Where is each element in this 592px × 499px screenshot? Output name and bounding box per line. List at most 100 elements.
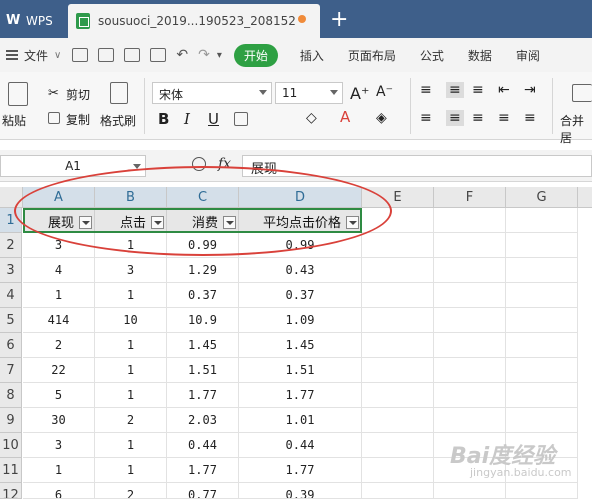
data-cell[interactable]: 3 bbox=[95, 258, 167, 283]
data-cell[interactable]: 1 bbox=[95, 433, 167, 458]
header-cell-cost[interactable]: 消费 bbox=[167, 208, 239, 233]
empty-cell[interactable] bbox=[434, 308, 506, 333]
align-bottom-icon[interactable]: ≡ bbox=[472, 82, 484, 98]
format-painter-button[interactable]: 格式刷 bbox=[100, 112, 136, 129]
data-cell[interactable]: 1.77 bbox=[239, 383, 362, 408]
bold-button[interactable]: B bbox=[158, 110, 169, 128]
row-header[interactable]: 3 bbox=[0, 258, 22, 283]
paste-icon[interactable] bbox=[8, 82, 28, 106]
data-cell[interactable]: 2.03 bbox=[167, 408, 239, 433]
empty-cell[interactable] bbox=[506, 308, 578, 333]
data-cell[interactable]: 1 bbox=[23, 283, 95, 308]
scissors-icon[interactable]: ✂ bbox=[48, 86, 59, 101]
data-cell[interactable]: 1.29 bbox=[167, 258, 239, 283]
empty-cell[interactable] bbox=[506, 483, 578, 499]
align-right-icon[interactable]: ≡ bbox=[472, 110, 484, 126]
empty-cell[interactable] bbox=[506, 408, 578, 433]
data-cell[interactable]: 1.45 bbox=[239, 333, 362, 358]
data-cell[interactable]: 2 bbox=[95, 483, 167, 499]
data-cell[interactable]: 3 bbox=[23, 433, 95, 458]
row-header[interactable]: 7 bbox=[0, 358, 22, 383]
empty-cell[interactable] bbox=[362, 383, 434, 408]
data-cell[interactable]: 5 bbox=[23, 383, 95, 408]
data-cell[interactable]: 1.01 bbox=[239, 408, 362, 433]
data-cell[interactable]: 1 bbox=[23, 458, 95, 483]
data-cell[interactable]: 0.77 bbox=[167, 483, 239, 499]
data-cell[interactable]: 0.37 bbox=[239, 283, 362, 308]
more-icon[interactable]: ▾ bbox=[217, 50, 222, 61]
row-header[interactable]: 5 bbox=[0, 308, 22, 333]
underline-button[interactable]: U bbox=[208, 110, 219, 128]
empty-cell[interactable] bbox=[506, 258, 578, 283]
data-cell[interactable]: 2 bbox=[23, 333, 95, 358]
undo-icon[interactable]: ↶ bbox=[176, 47, 188, 63]
increase-font-icon[interactable]: A⁺ bbox=[350, 84, 369, 103]
data-cell[interactable]: 1.45 bbox=[167, 333, 239, 358]
menu-file[interactable]: 文件 bbox=[18, 47, 54, 64]
filter-dropdown-icon[interactable] bbox=[346, 216, 359, 229]
data-cell[interactable]: 22 bbox=[23, 358, 95, 383]
formula-input[interactable]: 展现 bbox=[242, 155, 592, 177]
data-cell[interactable]: 10 bbox=[95, 308, 167, 333]
empty-cell[interactable] bbox=[362, 333, 434, 358]
align-top-icon[interactable]: ≡ bbox=[420, 82, 432, 98]
font-color-icon[interactable]: A bbox=[340, 108, 350, 126]
data-cell[interactable]: 6 bbox=[23, 483, 95, 499]
document-tab[interactable]: sousuoci_2019...190523_208152 bbox=[68, 4, 320, 38]
empty-cell[interactable] bbox=[434, 483, 506, 499]
data-cell[interactable]: 1 bbox=[95, 233, 167, 258]
column-header-c[interactable]: C bbox=[167, 187, 239, 208]
print-icon[interactable] bbox=[98, 48, 115, 62]
data-cell[interactable]: 414 bbox=[23, 308, 95, 333]
empty-cell[interactable] bbox=[362, 233, 434, 258]
borders-icon[interactable] bbox=[234, 112, 248, 126]
align-center-icon[interactable]: ≡ bbox=[446, 110, 464, 126]
distribute-icon[interactable]: ≡ bbox=[524, 110, 536, 126]
data-cell[interactable]: 0.99 bbox=[239, 233, 362, 258]
column-header-f[interactable]: F bbox=[434, 187, 506, 208]
new-tab-button[interactable]: + bbox=[330, 6, 348, 34]
data-cell[interactable]: 0.37 bbox=[167, 283, 239, 308]
empty-cell[interactable] bbox=[434, 283, 506, 308]
empty-cell[interactable] bbox=[434, 408, 506, 433]
italic-button[interactable]: I bbox=[184, 110, 190, 128]
empty-cell[interactable] bbox=[362, 458, 434, 483]
filter-dropdown-icon[interactable] bbox=[223, 216, 236, 229]
save-icon[interactable] bbox=[72, 48, 89, 62]
insert-function-button[interactable]: fx bbox=[218, 156, 231, 172]
empty-cell[interactable] bbox=[506, 233, 578, 258]
data-cell[interactable]: 1 bbox=[95, 333, 167, 358]
tab-insert[interactable]: 插入 bbox=[288, 47, 336, 64]
column-header-e[interactable]: E bbox=[362, 187, 434, 208]
font-size-select[interactable]: 11 bbox=[275, 82, 343, 104]
font-name-select[interactable]: 宋体 bbox=[152, 82, 272, 104]
empty-cell[interactable] bbox=[362, 308, 434, 333]
row-header[interactable]: 6 bbox=[0, 333, 22, 358]
empty-cell[interactable] bbox=[434, 358, 506, 383]
data-cell[interactable]: 1.51 bbox=[167, 358, 239, 383]
filter-dropdown-icon[interactable] bbox=[151, 216, 164, 229]
empty-cell[interactable] bbox=[362, 483, 434, 499]
header-cell-avg-cpc[interactable]: 平均点击价格 bbox=[239, 208, 362, 233]
data-cell[interactable]: 0.43 bbox=[239, 258, 362, 283]
redo-icon[interactable]: ↷ bbox=[198, 47, 210, 63]
empty-cell[interactable] bbox=[434, 233, 506, 258]
data-cell[interactable]: 1.51 bbox=[239, 358, 362, 383]
print-preview-icon[interactable] bbox=[124, 48, 141, 62]
header-cell-impressions[interactable]: 展现 bbox=[23, 208, 95, 233]
empty-cell[interactable] bbox=[434, 383, 506, 408]
column-header-d[interactable]: D bbox=[239, 187, 362, 208]
empty-cell[interactable] bbox=[362, 408, 434, 433]
data-cell[interactable]: 1 bbox=[95, 358, 167, 383]
column-header-g[interactable]: G bbox=[506, 187, 578, 208]
empty-cell[interactable] bbox=[434, 333, 506, 358]
column-header-b[interactable]: B bbox=[95, 187, 167, 208]
data-cell[interactable]: 0.44 bbox=[167, 433, 239, 458]
tab-data[interactable]: 数据 bbox=[456, 47, 504, 64]
select-all-corner[interactable] bbox=[0, 187, 23, 208]
data-cell[interactable]: 0.39 bbox=[239, 483, 362, 499]
data-cell[interactable]: 1.77 bbox=[239, 458, 362, 483]
data-cell[interactable]: 3 bbox=[23, 233, 95, 258]
data-cell[interactable]: 1.77 bbox=[167, 383, 239, 408]
empty-cell[interactable] bbox=[362, 358, 434, 383]
